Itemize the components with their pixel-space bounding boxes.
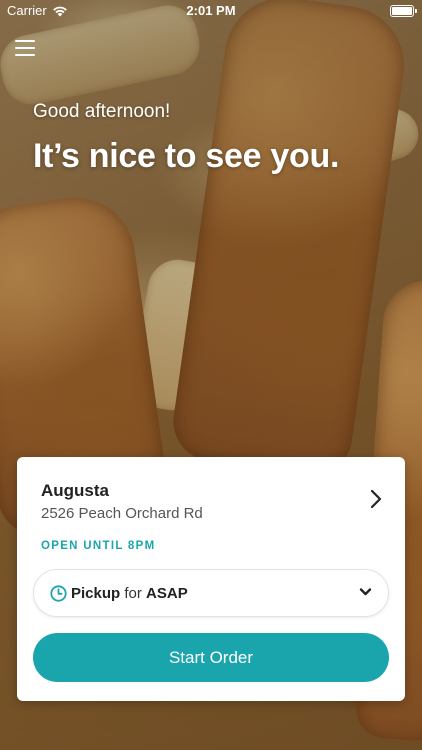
location-address: 2526 Peach Orchard Rd <box>41 505 203 522</box>
clock-icon <box>50 584 67 602</box>
order-time-value: ASAP <box>146 584 188 602</box>
order-mode-dropdown[interactable]: Pickup for ASAP <box>33 569 389 617</box>
order-mode-connector: for <box>124 584 142 602</box>
start-order-button[interactable]: Start Order <box>33 633 389 682</box>
status-time: 2:01 PM <box>186 3 236 18</box>
order-card: Augusta 2526 Peach Orchard Rd OPEN UNTIL… <box>17 457 405 701</box>
battery-icon <box>390 5 417 17</box>
location-name: Augusta <box>41 481 109 500</box>
store-hours-status: OPEN UNTIL 8PM <box>41 540 156 552</box>
order-mode-text: Pickup for ASAP <box>71 585 188 602</box>
page-title: It’s nice to see you. <box>33 137 340 175</box>
chevron-right-icon <box>370 489 382 509</box>
status-bar: Carrier 2:01 PM <box>0 0 422 22</box>
location-selector[interactable]: Augusta 2526 Peach Orchard Rd <box>17 457 405 527</box>
greeting-text: Good afternoon! <box>33 101 171 122</box>
chevron-down-icon <box>359 588 372 596</box>
order-mode-value: Pickup <box>71 584 121 602</box>
hamburger-menu-icon[interactable] <box>14 38 36 58</box>
